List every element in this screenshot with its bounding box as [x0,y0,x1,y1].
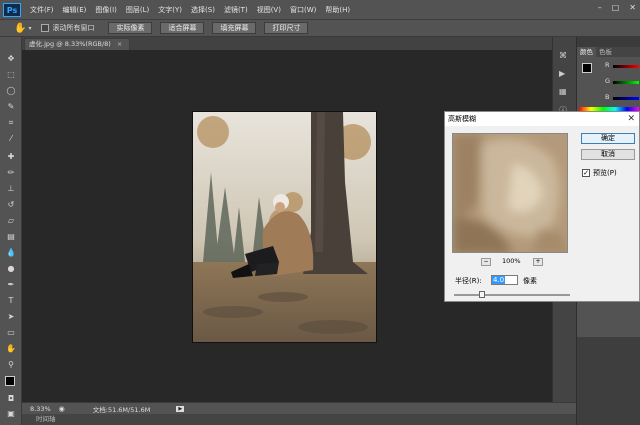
menu-item[interactable]: 图层(L) [126,5,149,15]
close-tab-icon[interactable]: × [117,40,122,48]
channel-r-slider[interactable] [613,65,639,68]
options-bar: ✋ ▾ 滚动所有窗口 实际像素 适合屏幕 填充屏幕 打印尺寸 [0,19,640,37]
view-option-button[interactable]: 适合屏幕 [160,22,205,34]
menu-item[interactable]: 编辑(E) [63,5,87,15]
brush-tool-icon[interactable]: ✏ [4,167,18,179]
dialog-title-bar: 高斯模糊 ✕ [445,112,639,126]
timeline-bar[interactable]: 时间轴 [22,414,576,425]
menu-items: 文件(F) 编辑(E) 图像(I) 图层(L) 文字(Y) 选择(S) 滤镜(T) 视图(V)… [21,5,350,15]
menu-item[interactable]: 视图(V) [257,5,281,15]
eyedropper-tool-icon[interactable]: ⁄ [4,133,18,145]
tool-preset-dropdown-icon[interactable]: ▾ [28,25,31,32]
channel-b-label: B [605,93,610,101]
channel-g-label: G [605,77,611,85]
menu-item[interactable]: 文件(F) [30,5,54,15]
color-panel-tabs: 颜色 色板 [577,47,640,57]
screen-mode-icon[interactable]: ▣ [4,408,18,420]
menu-item[interactable]: 窗口(W) [290,5,316,15]
foreground-color-swatch[interactable] [5,376,15,386]
dodge-tool-icon[interactable]: ● [4,263,18,275]
preview-toggle[interactable]: ✓ 预览(P) [582,168,617,178]
quick-mask-icon[interactable]: ◘ [4,393,18,405]
radius-slider-thumb[interactable] [479,291,486,298]
radius-unit: 像素 [523,277,537,285]
fg-color-chip[interactable] [582,63,592,73]
blurred-preview-image [453,134,567,252]
document-size: 文档:51.6M/51.6M [92,405,151,414]
healing-brush-tool-icon[interactable]: ✚ [4,151,18,163]
zoom-level[interactable]: 8.33% [30,405,51,413]
gradient-tool-icon[interactable]: ▤ [4,231,18,243]
type-tool-icon[interactable]: T [4,295,18,307]
document-tab-bar: 虚化.jpg @ 8.33%(RGB/8) × [22,37,576,50]
scroll-all-checkbox[interactable] [41,24,50,32]
blur-preview-window[interactable] [452,133,568,253]
view-buttons: 实际像素 适合屏幕 填充屏幕 打印尺寸 [100,22,309,34]
pen-tool-icon[interactable]: ✒ [4,279,18,291]
shape-tool-icon[interactable]: ▭ [4,327,18,339]
radius-value: 4.0 [492,276,506,284]
channel-g-slider[interactable] [613,81,639,84]
document-tab[interactable]: 虚化.jpg @ 8.33%(RGB/8) × [24,38,130,50]
preview-checkbox[interactable]: ✓ [582,169,590,177]
quick-select-tool-icon[interactable]: ✎ [4,101,18,113]
status-menu-icon[interactable]: ◉ [59,405,65,413]
menu-item[interactable]: 图像(I) [95,5,117,15]
panel-header [577,37,640,47]
channel-b-slider[interactable] [613,97,639,100]
actions-panel-icon[interactable]: ▶ [559,69,565,78]
scroll-all-label: 滚动所有窗口 [52,24,95,32]
dialog-title: 高斯模糊 [448,115,476,123]
menu-item[interactable]: 选择(S) [191,5,215,15]
menu-item[interactable]: 帮助(H) [325,5,350,15]
radius-label: 半径(R): [455,277,482,285]
lasso-tool-icon[interactable]: ◯ [4,85,18,97]
status-arrow-icon[interactable]: ▶ [176,405,185,412]
document-tab-title: 虚化.jpg @ 8.33%(RGB/8) [29,40,111,48]
zoom-out-button[interactable]: − [481,258,491,266]
path-select-tool-icon[interactable]: ➤ [4,311,18,323]
view-option-button[interactable]: 实际像素 [108,22,153,34]
hand-tool-icon[interactable]: ✋ [4,343,18,355]
view-option-button[interactable]: 填充屏幕 [212,22,257,34]
menu-item[interactable]: 滤镜(T) [224,5,248,15]
channel-r-label: R [605,61,610,69]
preview-zoom-level: 100% [502,257,521,265]
zoom-tool-icon[interactable]: ⚲ [4,359,18,371]
menu-bar: Ps 文件(F) 编辑(E) 图像(I) 图层(L) 文字(Y) 选择(S) 滤镜(T) 视图… [0,0,640,19]
tab-swatches[interactable]: 色板 [596,47,615,57]
stamp-tool-icon[interactable]: ⊥ [4,183,18,195]
layers-panel-area [577,337,640,425]
close-window-button[interactable]: ✕ [629,3,636,12]
menu-item[interactable]: 文字(Y) [158,5,182,15]
photoshop-logo: Ps [3,2,21,17]
hand-icon[interactable]: ✋ [14,23,26,34]
blur-tool-icon[interactable]: 💧 [4,247,18,259]
zoom-in-button[interactable]: + [533,258,543,266]
restore-button[interactable]: □ [612,3,620,12]
tab-color[interactable]: 颜色 [577,47,596,57]
window-controls: – □ ✕ [598,3,636,12]
eraser-tool-icon[interactable]: ▱ [4,215,18,227]
crop-tool-icon[interactable]: ⌗ [4,117,18,129]
photo-forest-woman [193,112,376,342]
move-tool-icon[interactable]: ✥ [4,53,18,65]
preview-label: 预览(P) [593,169,617,177]
gaussian-blur-dialog: 高斯模糊 ✕ − 100% + 确定 取消 ✓ 预览(P) 半径(R): 4.0… [444,111,640,302]
scroll-all-windows[interactable]: 滚动所有窗口 [41,23,94,33]
status-bar: 8.33% ◉ 文档:51.6M/51.6M ▶ [22,402,576,414]
ok-button[interactable]: 确定 [581,133,635,144]
marquee-tool-icon[interactable]: ⬚ [4,69,18,81]
radius-slider[interactable] [454,291,570,298]
history-panel-icon[interactable]: ⌘ [559,51,567,60]
radius-input[interactable]: 4.0 [491,275,518,285]
history-brush-tool-icon[interactable]: ↺ [4,199,18,211]
dialog-close-icon[interactable]: ✕ [627,112,635,126]
document-image[interactable] [192,111,377,343]
cancel-button[interactable]: 取消 [581,149,635,160]
minimize-button[interactable]: – [598,3,602,12]
properties-panel-icon[interactable]: ▦ [559,87,567,96]
tools-panel: ✥ ⬚ ◯ ✎ ⌗ ⁄ ✚ ✏ ⊥ ↺ ▱ ▤ 💧 ● ✒ T ➤ ▭ ✋ ⚲ … [0,37,22,425]
view-option-button[interactable]: 打印尺寸 [264,22,309,34]
